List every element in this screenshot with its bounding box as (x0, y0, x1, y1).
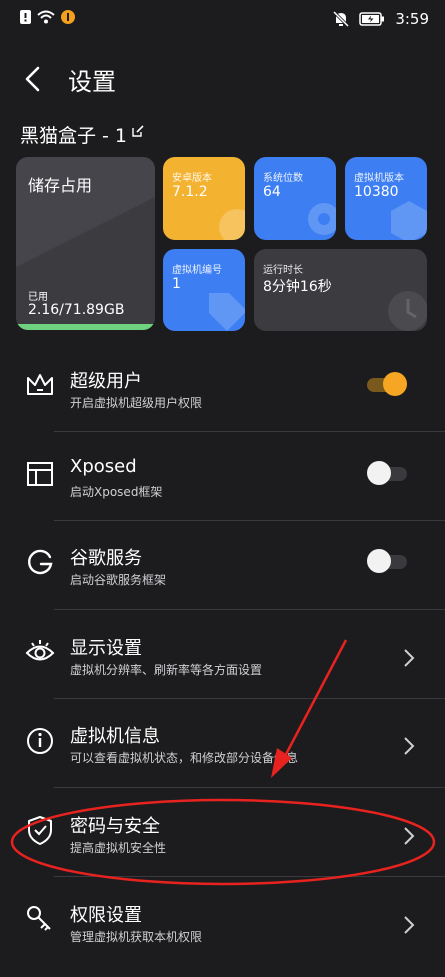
vm-id-card: 虚拟机编号 1 (163, 249, 245, 331)
uptime-value: 8分钟16秒 (263, 279, 332, 295)
status-bar-right: 3:59 (333, 10, 429, 28)
storage-title: 储存占用 (28, 176, 93, 195)
vm-id-value: 1 (172, 276, 181, 292)
android-version-value: 7.1.2 (172, 184, 208, 200)
crown-icon (27, 374, 53, 395)
setting-subtitle: 启动Xposed框架 (70, 485, 163, 499)
app-notification-icon (61, 10, 75, 24)
chevron-right-icon[interactable] (403, 915, 415, 935)
setting-vm-info[interactable]: 虚拟机信息 可以查看虚拟机状态，和修改部分设备信息 (0, 710, 445, 798)
setting-title: 虚拟机信息 (70, 726, 160, 747)
system-bits-value: 64 (263, 184, 281, 200)
setting-permissions[interactable]: 权限设置 管理虚拟机获取本机权限 (0, 889, 445, 977)
divider (54, 431, 445, 432)
setting-subtitle: 启动谷歌服务框架 (70, 573, 167, 587)
setting-xposed[interactable]: Xposed 启动Xposed框架 (0, 444, 445, 532)
storage-usage-bar (16, 324, 155, 330)
device-name: 黑猫盒子 - 1 (20, 125, 128, 147)
setting-title: 显示设置 (70, 638, 142, 659)
alert-icon (20, 10, 31, 24)
setting-google-services[interactable]: 谷歌服务 启动谷歌服务框架 (0, 532, 445, 620)
divider (54, 698, 445, 699)
system-bits-card: 系统位数 64 (254, 157, 336, 240)
mute-bell-icon (333, 11, 350, 27)
setting-subtitle: 开启虚拟机超级用户权限 (70, 396, 203, 410)
storage-card[interactable]: 储存占用 已用 2.16/71.89GB (16, 157, 155, 330)
android-deco-icon (219, 209, 245, 240)
vm-version-card: 虚拟机版本 10380 (345, 157, 427, 240)
key-icon (27, 906, 51, 931)
storage-used-label: 已用 (28, 292, 48, 303)
wifi-icon (37, 10, 55, 24)
setting-title: 超级用户 (70, 371, 142, 392)
cube-deco-icon (391, 201, 427, 240)
gear-deco-icon (308, 203, 336, 235)
edit-icon[interactable] (131, 124, 145, 138)
setting-password-security[interactable]: 密码与安全 提高虚拟机安全性 (0, 800, 445, 888)
google-services-toggle[interactable] (367, 549, 407, 573)
divider (54, 520, 445, 521)
setting-title: 权限设置 (70, 905, 142, 926)
status-bar-left (20, 10, 75, 24)
divider (54, 787, 445, 788)
chevron-right-icon[interactable] (403, 826, 415, 846)
vm-id-label: 虚拟机编号 (172, 265, 222, 276)
chevron-right-icon[interactable] (403, 736, 415, 756)
frame-icon (27, 462, 53, 486)
setting-subtitle: 管理虚拟机获取本机权限 (70, 930, 203, 944)
xposed-toggle[interactable] (367, 461, 407, 485)
status-time: 3:59 (395, 10, 429, 28)
setting-title: 密码与安全 (70, 816, 160, 837)
battery-charging-icon (359, 12, 385, 26)
vm-version-value: 10380 (354, 184, 399, 200)
tag-deco-icon (209, 293, 245, 331)
divider (54, 876, 445, 877)
divider (54, 609, 445, 610)
shield-icon (28, 816, 52, 845)
setting-subtitle: 提高虚拟机安全性 (70, 841, 167, 855)
uptime-card: 运行时长 8分钟16秒 (254, 249, 427, 331)
android-version-label: 安卓版本 (172, 173, 212, 184)
chevron-right-icon[interactable] (403, 648, 415, 668)
uptime-label: 运行时长 (263, 265, 303, 276)
setting-subtitle: 虚拟机分辨率、刷新率等各方面设置 (70, 663, 263, 677)
storage-used-value: 2.16/71.89GB (28, 302, 125, 318)
page-title: 设置 (68, 68, 116, 96)
clock-deco-icon (388, 291, 427, 331)
eye-icon (25, 640, 55, 661)
back-arrow-icon[interactable] (18, 62, 52, 96)
android-version-card: 安卓版本 7.1.2 (163, 157, 245, 240)
setting-subtitle: 可以查看虚拟机状态，和修改部分设备信息 (70, 751, 299, 765)
setting-display[interactable]: 显示设置 虚拟机分辨率、刷新率等各方面设置 (0, 622, 445, 710)
google-icon (27, 549, 53, 575)
setting-superuser[interactable]: 超级用户 开启虚拟机超级用户权限 (0, 355, 445, 443)
setting-title: Xposed (70, 456, 137, 477)
system-bits-label: 系统位数 (263, 173, 303, 184)
setting-title: 谷歌服务 (70, 548, 142, 569)
info-icon (27, 728, 53, 754)
superuser-toggle[interactable] (367, 372, 407, 396)
vm-version-label: 虚拟机版本 (354, 173, 404, 184)
